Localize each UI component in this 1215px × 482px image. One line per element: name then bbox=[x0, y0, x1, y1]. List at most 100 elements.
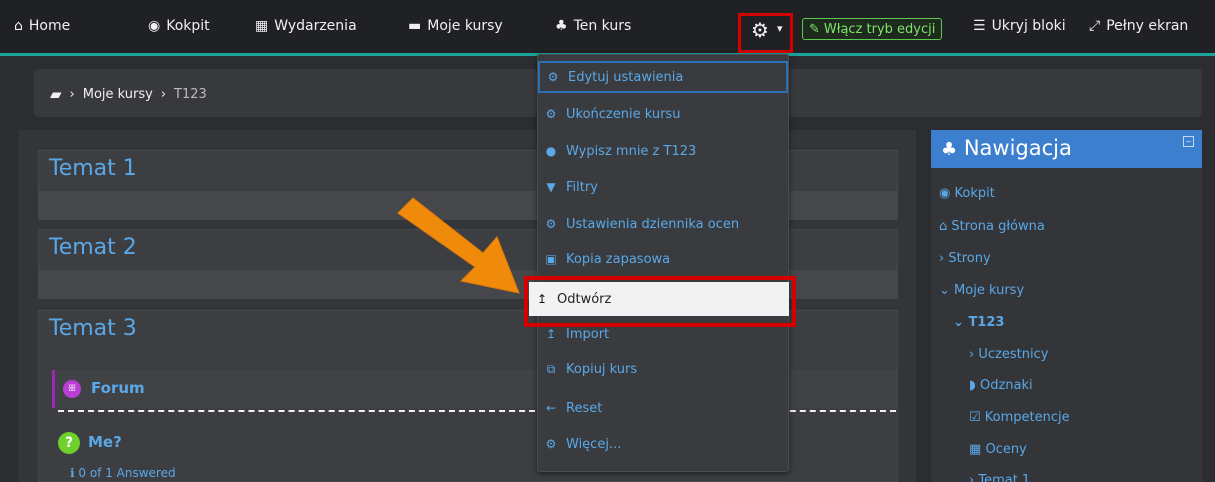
answered-status: ℹ 0 of 1 Answered bbox=[70, 466, 176, 480]
expand-icon: ⤢ bbox=[1089, 18, 1101, 34]
navigation-title: ♣ Nawigacja bbox=[941, 136, 1072, 160]
gear-icon: ⚙ bbox=[545, 437, 557, 451]
gear-icon: ⚙ bbox=[547, 70, 559, 84]
nav-link-competencies[interactable]: ☑ Kompetencje bbox=[969, 410, 1070, 425]
menu-item-filters[interactable]: ▼ Filtry bbox=[538, 171, 788, 203]
hide-blocks-label: Ukryj bloki bbox=[991, 18, 1066, 34]
edit-mode-button[interactable]: ✎ Włącz tryb edycji bbox=[802, 18, 943, 40]
section-title[interactable]: Temat 2 bbox=[49, 235, 137, 260]
breadcrumb-sep: › bbox=[160, 86, 167, 102]
nav-link-grades[interactable]: ▦ Oceny bbox=[969, 442, 1027, 457]
folder-icon[interactable]: ▰ bbox=[50, 85, 62, 103]
chevron-right-icon: › bbox=[969, 347, 975, 362]
quiz-link[interactable]: Me? bbox=[88, 433, 122, 451]
edit-icon: ✎ bbox=[809, 21, 820, 37]
menu-item-label: Wypisz mnie z T123 bbox=[566, 143, 697, 159]
nav-link-home[interactable]: ⌂ Strona główna bbox=[939, 219, 1045, 234]
section-title[interactable]: Temat 1 bbox=[49, 156, 137, 181]
collapse-icon[interactable]: − bbox=[1183, 136, 1194, 147]
menu-item-gradebook-setup[interactable]: ⚙ Ustawienia dziennika ocen bbox=[538, 208, 788, 240]
menu-item-backup[interactable]: ▣ Kopia zapasowa bbox=[538, 243, 788, 275]
chevron-down-icon[interactable]: ▾ bbox=[777, 22, 783, 35]
chevron-right-icon: › bbox=[939, 251, 945, 266]
nav-link-label: Oceny bbox=[985, 442, 1027, 457]
menu-item-label: Ustawienia dziennika ocen bbox=[566, 216, 740, 232]
nav-link-label: Strona główna bbox=[951, 219, 1045, 234]
nav-link-participants[interactable]: › Uczestnicy bbox=[969, 347, 1048, 362]
nav-dashboard-label: Kokpit bbox=[166, 18, 210, 34]
nav-link-dashboard[interactable]: ◉ Kokpit bbox=[939, 186, 995, 201]
forum-icon: ꕥ bbox=[63, 380, 81, 398]
nav-link-label: Moje kursy bbox=[954, 283, 1025, 298]
menu-item-edit-settings[interactable]: ⚙ Edytuj ustawienia bbox=[538, 61, 788, 93]
level-up-icon: ↥ bbox=[545, 327, 557, 341]
nav-link-badges[interactable]: ◗ Odznaki bbox=[969, 378, 1033, 393]
menu-item-label: Reset bbox=[566, 400, 603, 416]
nav-link-course[interactable]: ⌄ T123 bbox=[953, 315, 1004, 330]
list-icon: ☰ bbox=[973, 18, 986, 34]
nav-events[interactable]: ▦ Wydarzenia bbox=[255, 18, 357, 34]
fullscreen-button[interactable]: ⤢ Pełny ekran bbox=[1089, 18, 1188, 34]
answered-text: 0 of 1 Answered bbox=[78, 466, 176, 480]
menu-item-label: Ukończenie kursu bbox=[566, 106, 681, 122]
menu-item-course-completion[interactable]: ⚙ Ukończenie kursu bbox=[538, 98, 788, 130]
hide-blocks-button[interactable]: ☰ Ukryj bloki bbox=[973, 18, 1066, 34]
nav-link-my-courses[interactable]: ⌄ Moje kursy bbox=[939, 283, 1024, 298]
breadcrumb-sep: › bbox=[69, 86, 75, 102]
nav-link-label: Kokpit bbox=[954, 186, 995, 201]
edit-mode-label: Włącz tryb edycji bbox=[823, 21, 936, 37]
table-icon: ▦ bbox=[969, 442, 982, 457]
nav-link-label: Strony bbox=[948, 251, 991, 266]
section-title[interactable]: Temat 3 bbox=[49, 316, 137, 341]
breadcrumb: ▰ › Moje kursy › T123 bbox=[50, 85, 207, 103]
question-icon: ? bbox=[58, 432, 80, 454]
menu-item-unenrol[interactable]: ● Wypisz mnie z T123 bbox=[538, 135, 788, 167]
menu-item-copy-course[interactable]: ⧉ Kopiuj kurs bbox=[538, 353, 788, 385]
nav-this-course-label: Ten kurs bbox=[573, 18, 632, 34]
course-actions-menu: ⚙ Edytuj ustawienia ⚙ Ukończenie kursu ●… bbox=[529, 54, 789, 472]
menu-item-label: Edytuj ustawienia bbox=[568, 69, 684, 85]
menu-item-label: Filtry bbox=[566, 179, 598, 195]
user-icon: ● bbox=[545, 144, 557, 158]
gear-icon[interactable]: ⚙ bbox=[751, 18, 769, 42]
menu-item-label: Kopiuj kurs bbox=[566, 361, 638, 377]
nav-home[interactable]: ⌂ Home bbox=[14, 18, 70, 34]
home-icon: ⌂ bbox=[939, 219, 948, 234]
nav-events-label: Wydarzenia bbox=[274, 18, 357, 34]
fullscreen-label: Pełny ekran bbox=[1106, 18, 1189, 34]
calendar-icon: ▦ bbox=[255, 18, 269, 34]
menu-item-label: Kopia zapasowa bbox=[566, 251, 671, 267]
nav-my-courses-label: Moje kursy bbox=[427, 18, 503, 34]
menu-item-reset[interactable]: ← Reset bbox=[538, 392, 788, 424]
menu-item-more[interactable]: ⚙ Więcej... bbox=[538, 428, 788, 460]
gear-icon: ⚙ bbox=[545, 217, 557, 231]
arrow-left-icon: ← bbox=[545, 401, 557, 415]
forum-link[interactable]: Forum bbox=[91, 379, 145, 397]
navigation-block: ♣ Nawigacja − ◉ Kokpit ⌂ Strona główna ›… bbox=[931, 130, 1202, 482]
breadcrumb-course[interactable]: T123 bbox=[174, 87, 207, 102]
nav-dashboard[interactable]: ◉ Kokpit bbox=[148, 18, 210, 34]
dashboard-icon: ◉ bbox=[148, 18, 161, 34]
top-navbar: ⌂ Home ◉ Kokpit ▦ Wydarzenia ▬ Moje kurs… bbox=[0, 0, 1215, 56]
menu-item-label: Więcej... bbox=[566, 436, 622, 452]
sitemap-icon: ♣ bbox=[555, 18, 568, 34]
briefcase-icon: ▬ bbox=[408, 18, 422, 34]
breadcrumb-my-courses[interactable]: Moje kursy bbox=[83, 87, 153, 102]
sitemap-icon: ♣ bbox=[941, 139, 958, 160]
nav-link-pages[interactable]: › Strony bbox=[939, 251, 991, 266]
chevron-right-icon: › bbox=[969, 473, 975, 482]
gear-icon: ⚙ bbox=[545, 107, 557, 121]
nav-this-course[interactable]: ♣ Ten kurs bbox=[555, 18, 631, 34]
arrow-annotation-icon bbox=[397, 197, 520, 294]
filter-icon: ▼ bbox=[546, 180, 556, 194]
nav-link-label: Kompetencje bbox=[984, 410, 1070, 425]
nav-link-label: T123 bbox=[968, 315, 1005, 330]
nav-link-label: Uczestnicy bbox=[978, 347, 1049, 362]
nav-my-courses[interactable]: ▬ Moje kursy bbox=[408, 18, 503, 34]
nav-link-label: Odznaki bbox=[980, 378, 1033, 393]
menu-item-label: Import bbox=[566, 326, 610, 342]
restore-highlight-box bbox=[524, 276, 796, 327]
nav-link-topic-1[interactable]: › Temat 1 bbox=[969, 473, 1030, 482]
chevron-down-icon: ⌄ bbox=[953, 315, 964, 330]
dashboard-icon: ◉ bbox=[939, 186, 951, 201]
